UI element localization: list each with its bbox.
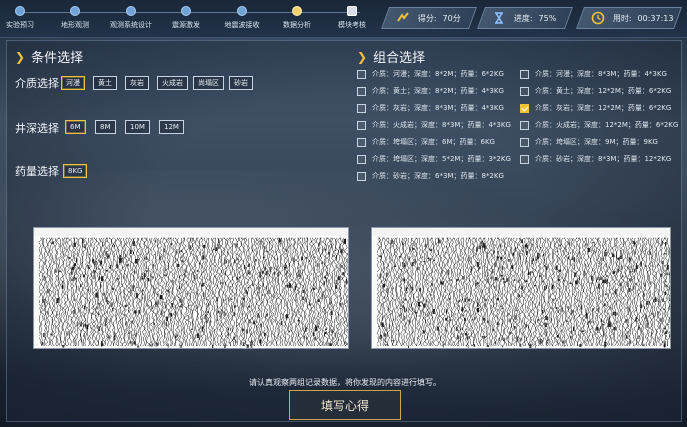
checkbox[interactable] [520,137,529,147]
step-terrain[interactable]: 地形观测 [45,6,105,30]
time-stat: 用时: 00:37:13 [575,7,683,29]
depth-option-12m[interactable]: 12M [159,120,184,134]
chevron-right-icon: ❯ [357,49,368,64]
step-label: 模块考核 [338,21,366,29]
step-source[interactable]: 震源激发 [156,6,216,30]
checkbox[interactable] [357,103,366,113]
depth-option-8m[interactable]: 8M [95,120,116,134]
chevron-right-icon: ❯ [15,49,26,64]
score-stat: 得分: 70分 [380,7,478,29]
combo-right-2[interactable]: 介质：黄土；深度：12*2M；药量：6*2KG [520,86,671,96]
progress-value: 75% [538,13,557,23]
combo-right-1[interactable]: 介质：河漫；深度：8*3M；药量：4*3KG [520,69,667,79]
checkbox[interactable] [357,154,366,164]
combo-left-2[interactable]: 介质：黄土；深度：8*2M；药量：4*3KG [357,86,504,96]
document-icon [347,6,357,16]
progress-stat: 进度: 75% [476,7,574,29]
score-icon [394,9,412,27]
charge-label: 药量选择 [15,165,59,178]
medium-option-huiyan[interactable]: 灰岩 [125,76,149,90]
step-design[interactable]: 观测系统设计 [101,6,161,30]
time-label: 用时: [613,13,632,23]
step-analysis[interactable]: 数据分析 [267,6,327,30]
checkbox[interactable] [357,69,366,79]
step-dot-active-icon [292,6,302,16]
medium-option-shayan[interactable]: 砂岩 [229,76,253,90]
depth-label: 井深选择 [15,122,59,135]
seismic-record-left-image [34,228,348,348]
seismic-record-right-image [372,228,670,348]
combo-left-5[interactable]: 介质：垮塌区；深度：6M；药量：6KG [357,137,495,147]
checkbox[interactable] [520,69,529,79]
progress-icon [490,9,508,27]
combo-left-7[interactable]: 介质：砂岩；深度：6*3M；药量：8*2KG [357,171,504,181]
main-panel: ❯ 条件选择 介质选择 河漫 黄土 灰岩 火成岩 尚塌区 砂岩 井深选择 6M … [6,40,682,422]
combo-left-1[interactable]: 介质：河漫；深度：8*2M；药量：6*2KG [357,69,504,79]
medium-option-hemu[interactable]: 河漫 [61,76,85,90]
step-receive[interactable]: 地震波接收 [212,6,272,30]
step-dot-icon [237,6,247,16]
combo-left-6[interactable]: 介质：垮塌区；深度：5*2M；药量：3*2KG [357,154,511,164]
checkbox[interactable] [520,120,529,130]
medium-label: 介质选择 [15,77,59,90]
seismic-record-left [33,227,349,349]
clock-icon [589,9,607,27]
checkbox[interactable] [520,154,529,164]
step-label: 实验预习 [6,21,34,29]
step-exam[interactable]: 模块考核 [322,6,382,30]
checkbox[interactable] [357,86,366,96]
combo-left-4[interactable]: 介质：火成岩；深度：8*3M；药量：4*3KG [357,120,511,130]
seismic-record-right [371,227,671,349]
checkbox[interactable] [520,86,529,96]
charge-option-8kg[interactable]: 8KG [63,164,88,178]
time-value: 00:37:13 [637,13,674,23]
depth-option-10m[interactable]: 10M [125,120,150,134]
medium-option-kuataqu[interactable]: 尚塌区 [193,76,224,90]
step-dot-icon [181,6,191,16]
step-dot-icon [70,6,80,16]
step-label: 地震波接收 [224,21,260,29]
medium-option-huangtu[interactable]: 黄土 [93,76,117,90]
step-label: 数据分析 [283,21,311,29]
medium-option-huochengyan[interactable]: 火成岩 [157,76,188,90]
step-label: 震源激发 [172,21,200,29]
combo-left-3[interactable]: 介质：灰岩；深度：8*3M；药量：4*3KG [357,103,504,113]
step-label: 地形观测 [61,21,89,29]
combo-right-3[interactable]: 介质：灰岩；深度：12*2M；药量：6*2KG [520,103,671,113]
hint-text: 请认真观察两组记录数据，将你发现的内容进行填写。 [249,378,441,387]
conditions-title: ❯ 条件选择 [15,49,84,67]
combo-right-4[interactable]: 介质：火成岩；深度：12*2M；药量：6*2KG [520,120,678,130]
checkbox[interactable] [357,137,366,147]
step-dot-icon [126,6,136,16]
checkbox[interactable] [357,171,366,181]
step-dot-icon [15,6,25,16]
checkbox[interactable] [357,120,366,130]
combo-right-5[interactable]: 介质：垮塌区；深度：9M；药量：9KG [520,137,658,147]
step-preview[interactable]: 实验预习 [0,6,50,30]
score-label: 得分: [418,13,437,23]
top-bar: 实验预习 地形观测 观测系统设计 震源激发 地震波接收 数据分析 模块考核 得分… [0,0,687,38]
score-value: 70分 [442,13,461,23]
step-label: 观测系统设计 [110,21,152,29]
progress-label: 进度: [514,13,533,23]
combos-title: ❯ 组合选择 [357,49,426,67]
write-notes-button[interactable]: 填写心得 [289,390,401,420]
checkbox-checked[interactable] [520,103,529,113]
depth-option-6m[interactable]: 6M [65,120,86,134]
combo-right-6[interactable]: 介质：砂岩；深度：8*3M；药量：12*2KG [520,154,671,164]
